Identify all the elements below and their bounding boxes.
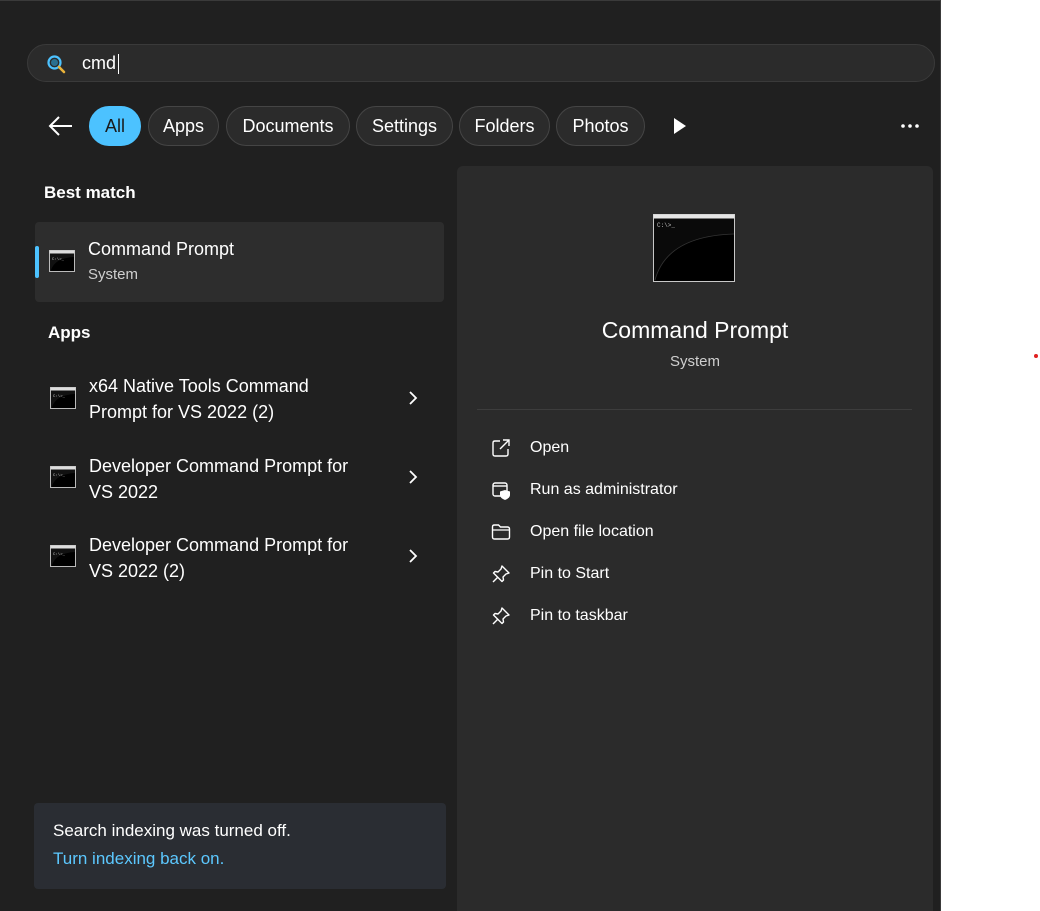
app-title-line1: Developer Command Prompt for [89, 456, 349, 476]
detail-subtitle: System [669, 353, 720, 370]
action-label: Open [530, 439, 570, 456]
svg-text:C:\>_: C:\>_ [657, 222, 675, 229]
command-prompt-icon: C:\>_ [653, 214, 735, 282]
more-icon[interactable] [896, 113, 924, 139]
app-title-line1: x64 Native Tools Command [89, 376, 309, 396]
app-title-line2: VS 2022 (2) [89, 561, 186, 581]
best-match-subtitle: System [88, 266, 139, 283]
app-result-item[interactable]: C:\>_ x64 Native Tools Command Prompt fo… [35, 362, 444, 434]
chevron-right-icon[interactable] [405, 469, 421, 485]
filter-apps[interactable]: Apps [148, 106, 219, 146]
shield-icon [492, 482, 510, 500]
command-prompt-icon: C:\>_ [50, 387, 76, 409]
selection-indicator [35, 246, 39, 278]
action-open-file-location[interactable]: Open file location [479, 512, 909, 552]
detail-title: Command Prompt [601, 317, 789, 343]
divider [477, 409, 912, 410]
filter-settings[interactable]: Settings [356, 106, 453, 146]
back-arrow-icon[interactable] [46, 111, 76, 141]
svg-text:C:\>_: C:\>_ [52, 257, 65, 262]
cursor-dot [1034, 354, 1038, 358]
action-label: Pin to Start [530, 565, 610, 582]
action-pin-to-start[interactable]: Pin to Start [479, 554, 909, 594]
best-match-heading: Best match [44, 183, 136, 202]
search-box[interactable] [27, 44, 935, 82]
action-open[interactable]: Open [479, 428, 909, 468]
search-input[interactable] [82, 51, 902, 75]
filter-all[interactable]: All [89, 106, 141, 146]
best-match-title: Command Prompt [88, 239, 235, 259]
chevron-right-icon[interactable] [405, 548, 421, 564]
app-result-item[interactable]: C:\>_ Developer Command Prompt for VS 20… [35, 520, 444, 592]
command-prompt-icon: C:\>_ [50, 545, 76, 567]
app-title-line2: Prompt for VS 2022 (2) [89, 402, 275, 422]
svg-text:C:\>_: C:\>_ [53, 394, 66, 399]
command-prompt-icon: C:\>_ [50, 466, 76, 488]
filter-documents[interactable]: Documents [226, 106, 350, 146]
action-pin-to-taskbar[interactable]: Pin to taskbar [479, 596, 909, 636]
pin-icon [492, 607, 510, 625]
chevron-right-icon[interactable] [405, 390, 421, 406]
search-icon [47, 55, 66, 74]
svg-text:C:\>_: C:\>_ [53, 552, 66, 557]
folder-icon [491, 524, 511, 540]
filter-folders[interactable]: Folders [459, 106, 550, 146]
action-run-as-administrator[interactable]: Run as administrator [479, 470, 909, 510]
best-match-item[interactable]: C:\>_ Command Prompt System [35, 222, 444, 302]
apps-heading: Apps [48, 323, 91, 342]
turn-indexing-on-link[interactable]: Turn indexing back on. [53, 849, 224, 869]
svg-text:C:\>_: C:\>_ [53, 473, 66, 478]
open-external-icon [492, 439, 510, 457]
action-label: Open file location [530, 523, 654, 540]
action-label: Pin to taskbar [530, 607, 628, 624]
start-search-panel: All Apps Documents Settings Folders Phot… [0, 0, 941, 911]
app-result-item[interactable]: C:\>_ Developer Command Prompt for VS 20… [35, 441, 444, 513]
detail-pane: C:\>_ Command Prompt System Open Run as … [457, 166, 933, 911]
app-title-line1: Developer Command Prompt for [89, 535, 349, 555]
indexing-notice-text: Search indexing was turned off. [53, 821, 291, 840]
pin-icon [492, 565, 510, 583]
action-label: Run as administrator [530, 481, 678, 498]
indexing-notice: Search indexing was turned off. Turn ind… [34, 803, 446, 889]
play-icon[interactable] [668, 115, 690, 137]
app-title-line2: VS 2022 [89, 482, 159, 502]
text-caret [118, 54, 119, 74]
command-prompt-icon: C:\>_ [49, 250, 75, 272]
filter-photos[interactable]: Photos [556, 106, 645, 146]
